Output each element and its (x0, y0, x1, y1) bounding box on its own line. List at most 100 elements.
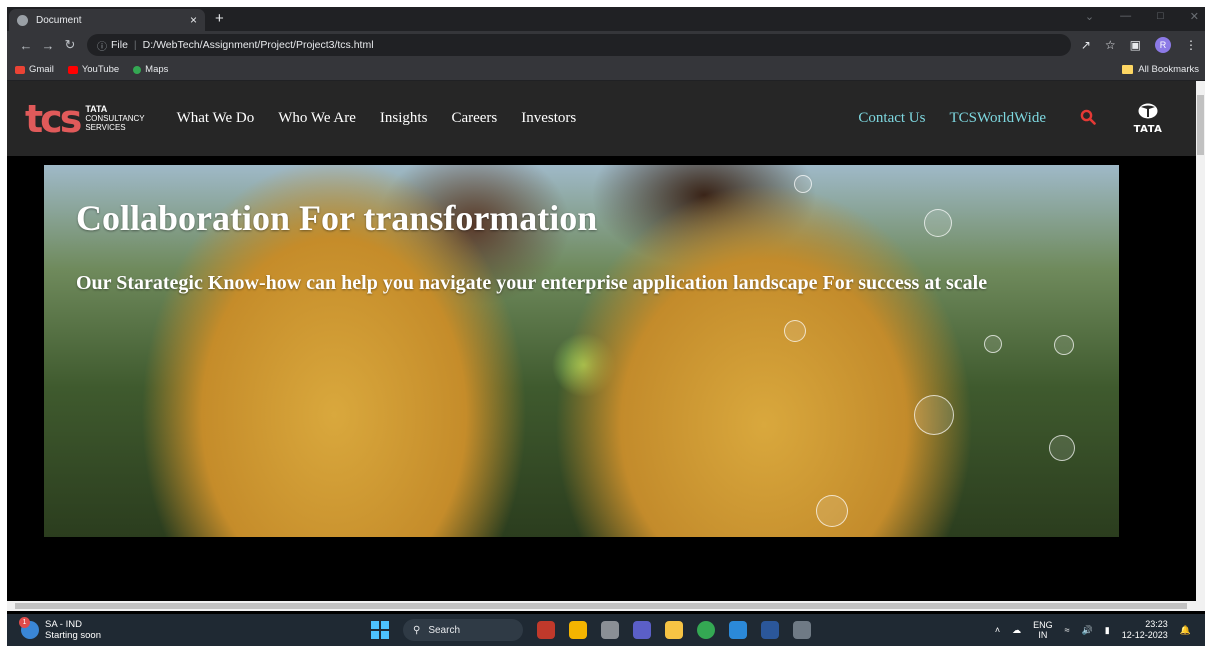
tab-title: Document (36, 14, 82, 26)
weather-title: SA - IND (45, 619, 82, 630)
hero-subtitle: Our Starategic Know-how can help you nav… (76, 272, 988, 294)
task-view-icon[interactable] (601, 621, 619, 639)
weather-icon: 1 (19, 617, 39, 639)
close-window-icon[interactable]: ✕ (1190, 10, 1199, 23)
file-explorer-icon[interactable] (665, 621, 683, 639)
all-bookmarks-button[interactable]: All Bookmarks (1122, 64, 1199, 75)
tcs-logo-mark: tcs (25, 96, 82, 141)
scrollbar-thumb[interactable] (15, 603, 1187, 609)
star-icon[interactable]: ☆ (1105, 38, 1116, 52)
tata-logo: TATA (1128, 103, 1168, 135)
profile-avatar[interactable]: R (1155, 37, 1171, 53)
search-label: Search (428, 624, 461, 636)
region-code: IN (1038, 630, 1048, 640)
nav-insights[interactable]: Insights (380, 110, 428, 127)
bookmark-gmail[interactable]: Gmail (15, 64, 54, 75)
windows-taskbar: 1 SA - IND Starting soon ⚲ Search ˄ ☁ EN… (7, 614, 1205, 646)
tata-emblem-icon (1138, 103, 1158, 119)
logo-line: SERVICES (85, 123, 126, 132)
nav-who-we-are[interactable]: Who We Are (278, 110, 356, 127)
volume-icon[interactable]: 🔊 (1082, 625, 1093, 636)
hero-title: Collaboration For transformation (76, 198, 598, 238)
url-text: D:/WebTech/Assignment/Project/Project3/t… (142, 39, 374, 51)
window-controls: ⌄ — □ ✕ (1085, 10, 1199, 23)
nav-tcs-worldwide[interactable]: TCSWorldWide (949, 110, 1046, 127)
cloud-icon[interactable]: ☁ (1012, 625, 1021, 636)
address-bar[interactable]: ⓘ File | D:/WebTech/Assignment/Project/P… (87, 34, 1071, 56)
weather-widget[interactable]: 1 SA - IND Starting soon (19, 617, 101, 641)
snipping-tool-icon[interactable] (793, 621, 811, 639)
hero-banner: Collaboration For transformation Our Sta… (44, 165, 1119, 537)
logo-line: CONSULTANCY (85, 114, 145, 123)
taskbar-search[interactable]: ⚲ Search (403, 619, 523, 641)
tata-wordmark: TATA (1133, 124, 1163, 135)
maps-pin-icon (133, 65, 142, 74)
menu-icon[interactable]: ⋮ (1185, 38, 1197, 52)
chevron-up-icon[interactable]: ˄ (995, 625, 1000, 635)
bookmark-maps[interactable]: Maps (133, 64, 168, 75)
vscode-icon[interactable] (729, 621, 747, 639)
weather-subtitle: Starting soon (45, 630, 101, 641)
minimize-icon[interactable]: — (1120, 10, 1131, 23)
notification-badge: 1 (19, 617, 30, 628)
language-indicator[interactable]: ENG IN (1033, 620, 1053, 640)
reload-icon[interactable]: ↻ (59, 37, 81, 53)
side-panel-icon[interactable]: ▣ (1130, 38, 1141, 52)
all-bookmarks-label: All Bookmarks (1138, 64, 1199, 75)
toolbar-actions: ↗ ☆ ▣ R ⋮ (1081, 37, 1197, 53)
search-icon[interactable] (1080, 109, 1096, 125)
url-scheme: File (111, 39, 128, 51)
youtube-icon (67, 65, 78, 74)
nav-careers[interactable]: Careers (451, 110, 497, 127)
bubble-decoration (794, 175, 812, 193)
scrollbar-thumb[interactable] (1197, 95, 1204, 155)
browser-toolbar: ← → ↻ ⓘ File | D:/WebTech/Assignment/Pro… (7, 31, 1205, 59)
globe-icon (17, 14, 28, 26)
nav-investors[interactable]: Investors (521, 110, 576, 127)
chevron-down-icon[interactable]: ⌄ (1085, 10, 1094, 23)
notification-bell-icon[interactable]: 🔔 (1180, 625, 1191, 636)
bubble-decoration (784, 320, 806, 342)
start-button[interactable] (371, 621, 389, 639)
back-icon[interactable]: ← (15, 38, 37, 53)
vertical-scrollbar[interactable] (1196, 81, 1205, 601)
forward-icon[interactable]: → (37, 38, 59, 53)
clock[interactable]: 23:23 12-12-2023 (1122, 619, 1168, 641)
maximize-icon[interactable]: □ (1157, 10, 1164, 23)
tcs-logo-text: TATA CONSULTANCY SERVICES (85, 105, 145, 133)
chat-icon[interactable] (633, 621, 651, 639)
chrome-icon[interactable] (697, 621, 715, 639)
bookmarks-bar: Gmail YouTube Maps All Bookmarks (7, 59, 1205, 81)
tab-strip: Document × + ⌄ — □ ✕ (7, 7, 1205, 31)
wifi-icon[interactable]: ≈ (1065, 625, 1070, 635)
close-tab-icon[interactable]: × (190, 13, 197, 27)
widgets-icon[interactable] (537, 621, 555, 639)
nav-what-we-do[interactable]: What We Do (177, 110, 255, 127)
secondary-nav: Contact Us TCSWorldWide (858, 110, 1046, 127)
main-nav: What We Do Who We Are Insights Careers I… (177, 110, 577, 127)
folder-icon (1122, 65, 1134, 74)
horizontal-scrollbar[interactable] (7, 601, 1205, 611)
system-tray: ˄ ☁ ENG IN ≈ 🔊 ▮ 23:23 12-12-2023 🔔 (995, 619, 1191, 641)
bookmark-label: YouTube (81, 64, 120, 75)
nav-contact-us[interactable]: Contact Us (858, 110, 925, 127)
new-tab-button[interactable]: + (215, 9, 224, 31)
word-icon[interactable] (761, 621, 779, 639)
gmail-icon (15, 65, 25, 74)
site-header: tcs TATA CONSULTANCY SERVICES What We Do… (7, 81, 1196, 156)
teams-icon[interactable] (569, 621, 587, 639)
bubble-decoration (1049, 435, 1075, 461)
taskbar-apps: ⚲ Search (371, 619, 811, 641)
bubble-decoration (924, 209, 952, 237)
clock-time: 23:23 (1145, 619, 1168, 629)
bookmark-youtube[interactable]: YouTube (67, 64, 120, 75)
bubble-decoration (1054, 335, 1074, 355)
clock-date: 12-12-2023 (1121, 630, 1168, 640)
info-icon[interactable]: ⓘ (97, 38, 107, 53)
tcs-logo[interactable]: tcs TATA CONSULTANCY SERVICES (25, 100, 145, 138)
battery-icon[interactable]: ▮ (1105, 625, 1110, 636)
bookmark-label: Maps (145, 64, 169, 75)
tab-document[interactable]: Document × (9, 9, 205, 31)
bubble-decoration (816, 495, 848, 527)
share-icon[interactable]: ↗ (1081, 38, 1091, 52)
